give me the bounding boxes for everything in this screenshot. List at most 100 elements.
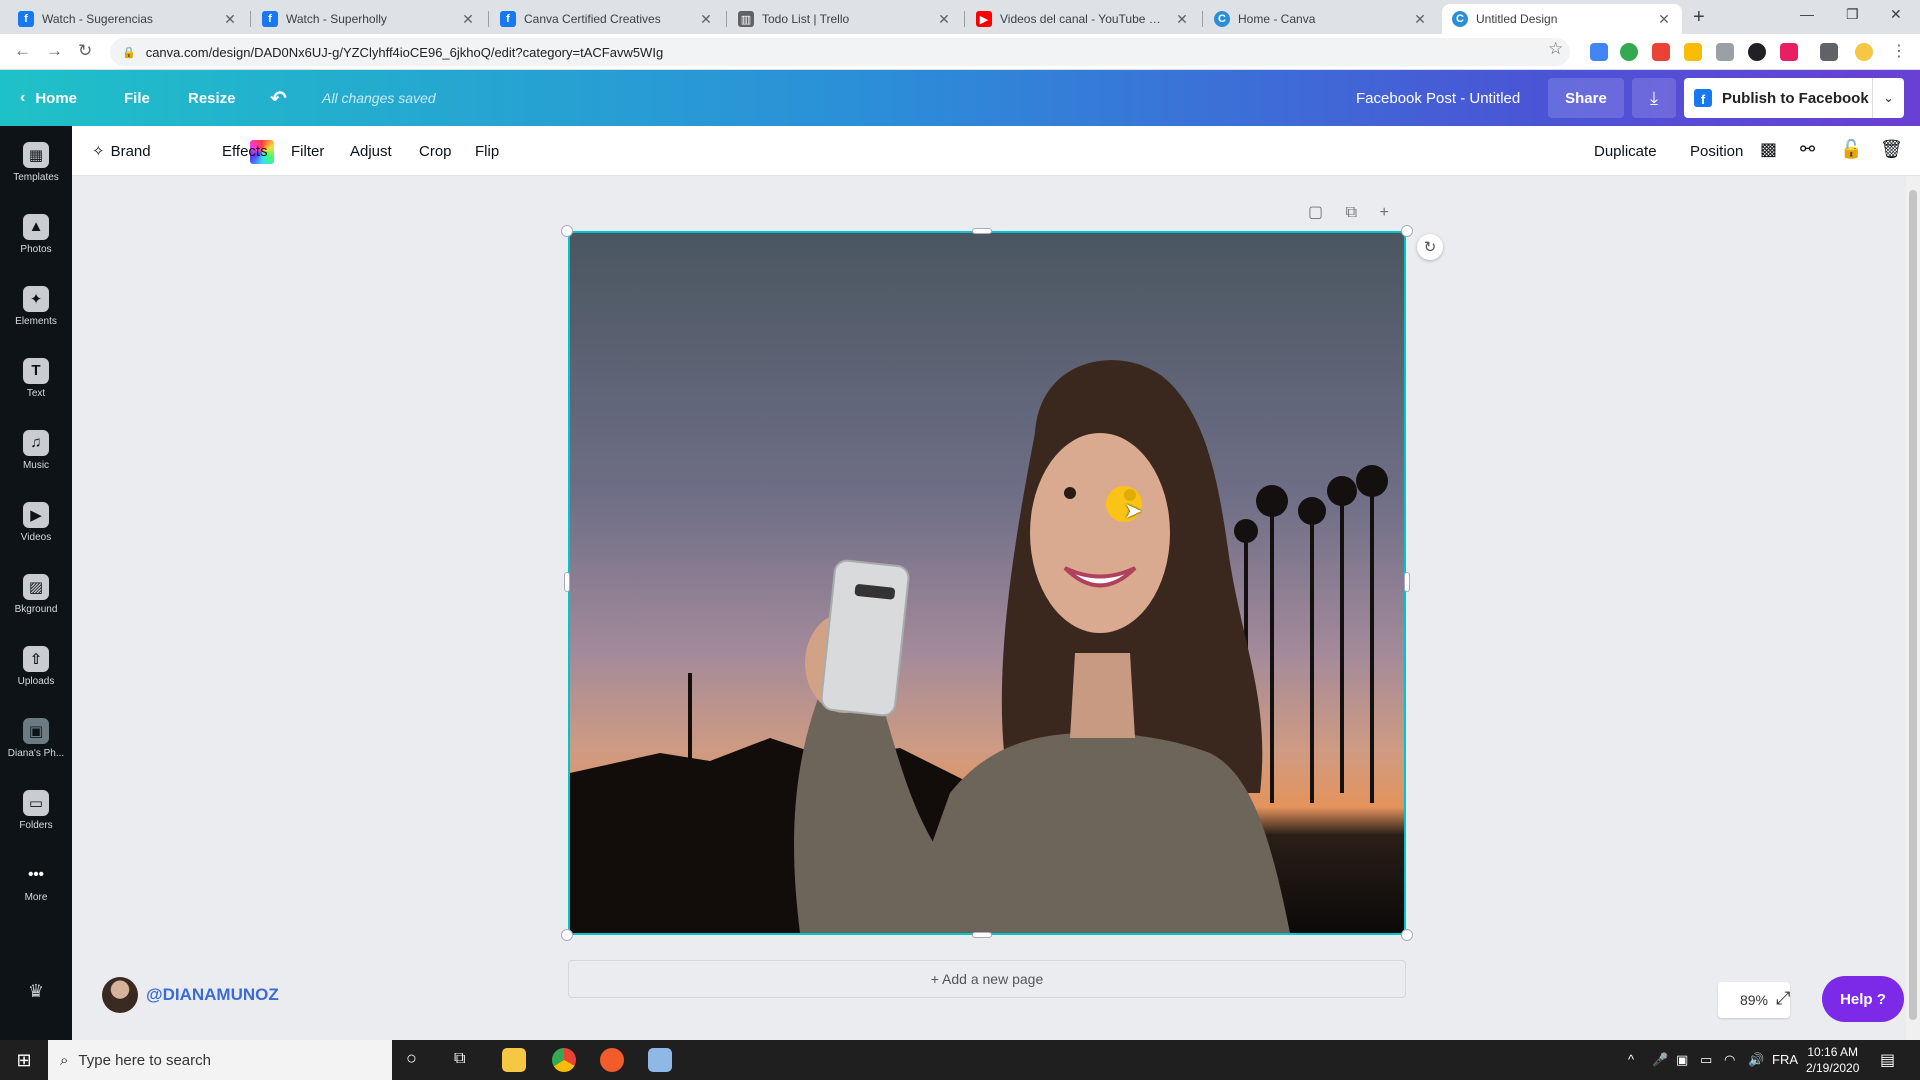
resize-handle[interactable]: [1404, 572, 1410, 592]
sidebar-item-background[interactable]: ▨ Bkground: [0, 558, 72, 630]
close-tab-icon[interactable]: ✕: [222, 11, 238, 28]
address-bar[interactable]: 🔒 canva.com/design/DAD0Nx6UJ-g/YZClyhff4…: [110, 38, 1570, 66]
system-clock[interactable]: 10:16 AM 2/19/2020: [1806, 1044, 1859, 1076]
download-icon[interactable]: ⤓: [1632, 78, 1676, 118]
language-indicator[interactable]: FRA: [1772, 1052, 1798, 1067]
share-button[interactable]: Share: [1548, 78, 1624, 118]
browser-tab[interactable]: ▶ Videos del canal - YouTube Studi ✕: [966, 4, 1200, 34]
new-tab-icon[interactable]: +: [1693, 6, 1705, 29]
resize-handle[interactable]: [561, 929, 573, 941]
browser-tab-active[interactable]: C Untitled Design ✕: [1442, 4, 1682, 34]
sidebar-item-diana-photos[interactable]: ▣ Diana's Ph...: [0, 702, 72, 774]
forward-icon[interactable]: →: [46, 41, 63, 61]
browser-tab[interactable]: f Canva Certified Creatives ✕: [490, 4, 724, 34]
undo-icon[interactable]: ↶: [270, 70, 287, 126]
resize-handle[interactable]: [1401, 929, 1413, 941]
add-new-page-button[interactable]: + Add a new page: [568, 960, 1406, 998]
adjust-button[interactable]: Adjust: [350, 126, 392, 176]
browser-tab[interactable]: f Watch - Sugerencias ✕: [8, 4, 248, 34]
sidebar-item-premium[interactable]: ♛: [0, 966, 72, 1016]
browser-tab[interactable]: C Home - Canva ✕: [1204, 4, 1438, 34]
filter-button[interactable]: Filter: [291, 126, 324, 176]
file-explorer-icon[interactable]: [502, 1048, 526, 1072]
extension-icon[interactable]: [1684, 43, 1702, 61]
trash-icon[interactable]: 🗑: [1880, 139, 1903, 160]
taskbar-search[interactable]: ⌕ Type here to search: [48, 1040, 392, 1080]
resize-handle[interactable]: [561, 225, 573, 237]
chevron-down-icon[interactable]: ⌄: [1872, 78, 1904, 118]
wifi-icon[interactable]: ◠: [1724, 1052, 1735, 1068]
close-tab-icon[interactable]: ✕: [460, 11, 476, 28]
add-page-icon[interactable]: +: [1379, 204, 1388, 221]
resize-handle[interactable]: [564, 572, 570, 592]
resize-handle[interactable]: [1401, 225, 1413, 237]
help-button[interactable]: Help ?: [1822, 976, 1904, 1022]
resize-handle[interactable]: [972, 932, 992, 938]
close-tab-icon[interactable]: ✕: [1656, 11, 1672, 28]
reload-icon[interactable]: ↻: [78, 41, 92, 61]
app-icon[interactable]: [648, 1048, 672, 1072]
sidebar-item-music[interactable]: ♫ Music: [0, 414, 72, 486]
rotate-icon[interactable]: ↻: [1417, 234, 1443, 260]
extension-icon[interactable]: [1748, 43, 1766, 61]
battery-icon[interactable]: ▭: [1700, 1052, 1712, 1068]
close-tab-icon[interactable]: ✕: [936, 11, 952, 28]
file-menu-button[interactable]: File: [124, 70, 150, 126]
close-tab-icon[interactable]: ✕: [698, 11, 714, 28]
resize-handle[interactable]: [972, 228, 992, 234]
home-button[interactable]: ‹ Home: [20, 70, 77, 126]
bookmark-star-icon[interactable]: ☆: [1548, 39, 1563, 59]
sidebar-item-videos[interactable]: ▶ Videos: [0, 486, 72, 558]
profile-avatar[interactable]: [1855, 43, 1873, 61]
notifications-icon[interactable]: ▤: [1880, 1050, 1895, 1070]
selfie-photo[interactable]: [570, 233, 1404, 933]
extension-icon[interactable]: [1620, 43, 1638, 61]
sidebar-item-elements[interactable]: ✦ Elements: [0, 270, 72, 342]
close-window-icon[interactable]: ✕: [1890, 6, 1902, 23]
cortana-icon[interactable]: ○: [406, 1048, 417, 1069]
sidebar-item-uploads[interactable]: ⇧ Uploads: [0, 630, 72, 702]
sidebar-item-templates[interactable]: ▦ Templates: [0, 126, 72, 198]
tray-app-icon[interactable]: ▣: [1676, 1052, 1688, 1068]
close-tab-icon[interactable]: ✕: [1412, 11, 1428, 28]
extension-icon[interactable]: [1590, 43, 1608, 61]
flip-button[interactable]: Flip: [475, 126, 499, 176]
notes-icon[interactable]: ▢: [1308, 204, 1323, 221]
sidebar-item-photos[interactable]: ▲ Photos: [0, 198, 72, 270]
scrollbar-thumb[interactable]: [1909, 190, 1917, 1020]
link-icon[interactable]: ⚯: [1800, 139, 1815, 160]
design-canvas[interactable]: [568, 231, 1406, 935]
duplicate-page-icon[interactable]: ⧉: [1346, 204, 1357, 221]
lock-icon[interactable]: 🔓: [1840, 139, 1862, 160]
browser-menu-icon[interactable]: ⋮: [1890, 43, 1908, 61]
microphone-icon[interactable]: 🎤: [1652, 1052, 1668, 1068]
duplicate-button[interactable]: Duplicate: [1594, 126, 1657, 176]
extension-icon[interactable]: [1716, 43, 1734, 61]
volume-icon[interactable]: 🔊: [1748, 1052, 1764, 1068]
restore-icon[interactable]: ❐: [1846, 6, 1859, 23]
task-view-icon[interactable]: ⧉: [454, 1050, 465, 1068]
back-icon[interactable]: ←: [14, 41, 31, 61]
chrome-icon[interactable]: [552, 1048, 576, 1072]
effects-button[interactable]: Effects: [222, 126, 268, 176]
windows-start-icon[interactable]: ⊞: [0, 1040, 48, 1080]
brand-button[interactable]: ✧ Brand: [92, 126, 151, 176]
browser-tab[interactable]: f Watch - Superholly ✕: [252, 4, 486, 34]
sidebar-item-text[interactable]: T Text: [0, 342, 72, 414]
vertical-scrollbar[interactable]: [1906, 176, 1920, 1040]
position-button[interactable]: Position: [1690, 126, 1743, 176]
browser-tab[interactable]: ▥ Todo List | Trello ✕: [728, 4, 962, 34]
resize-button[interactable]: Resize: [188, 70, 236, 126]
extension-icon[interactable]: [1652, 43, 1670, 61]
sidebar-item-folders[interactable]: ▭ Folders: [0, 774, 72, 846]
fullscreen-icon[interactable]: ⤢: [1776, 988, 1790, 1009]
close-tab-icon[interactable]: ✕: [1174, 11, 1190, 28]
app-icon[interactable]: [600, 1048, 624, 1072]
chevron-up-icon[interactable]: ^: [1628, 1052, 1634, 1067]
minimize-icon[interactable]: —: [1800, 6, 1814, 22]
media-controls-icon[interactable]: [1820, 43, 1838, 61]
transparency-icon[interactable]: ▩: [1760, 139, 1777, 160]
publish-to-facebook-button[interactable]: f Publish to Facebook ⌄: [1684, 78, 1904, 118]
sidebar-item-more[interactable]: ••• More: [0, 846, 72, 918]
document-title[interactable]: Facebook Post - Untitled: [1356, 70, 1520, 126]
